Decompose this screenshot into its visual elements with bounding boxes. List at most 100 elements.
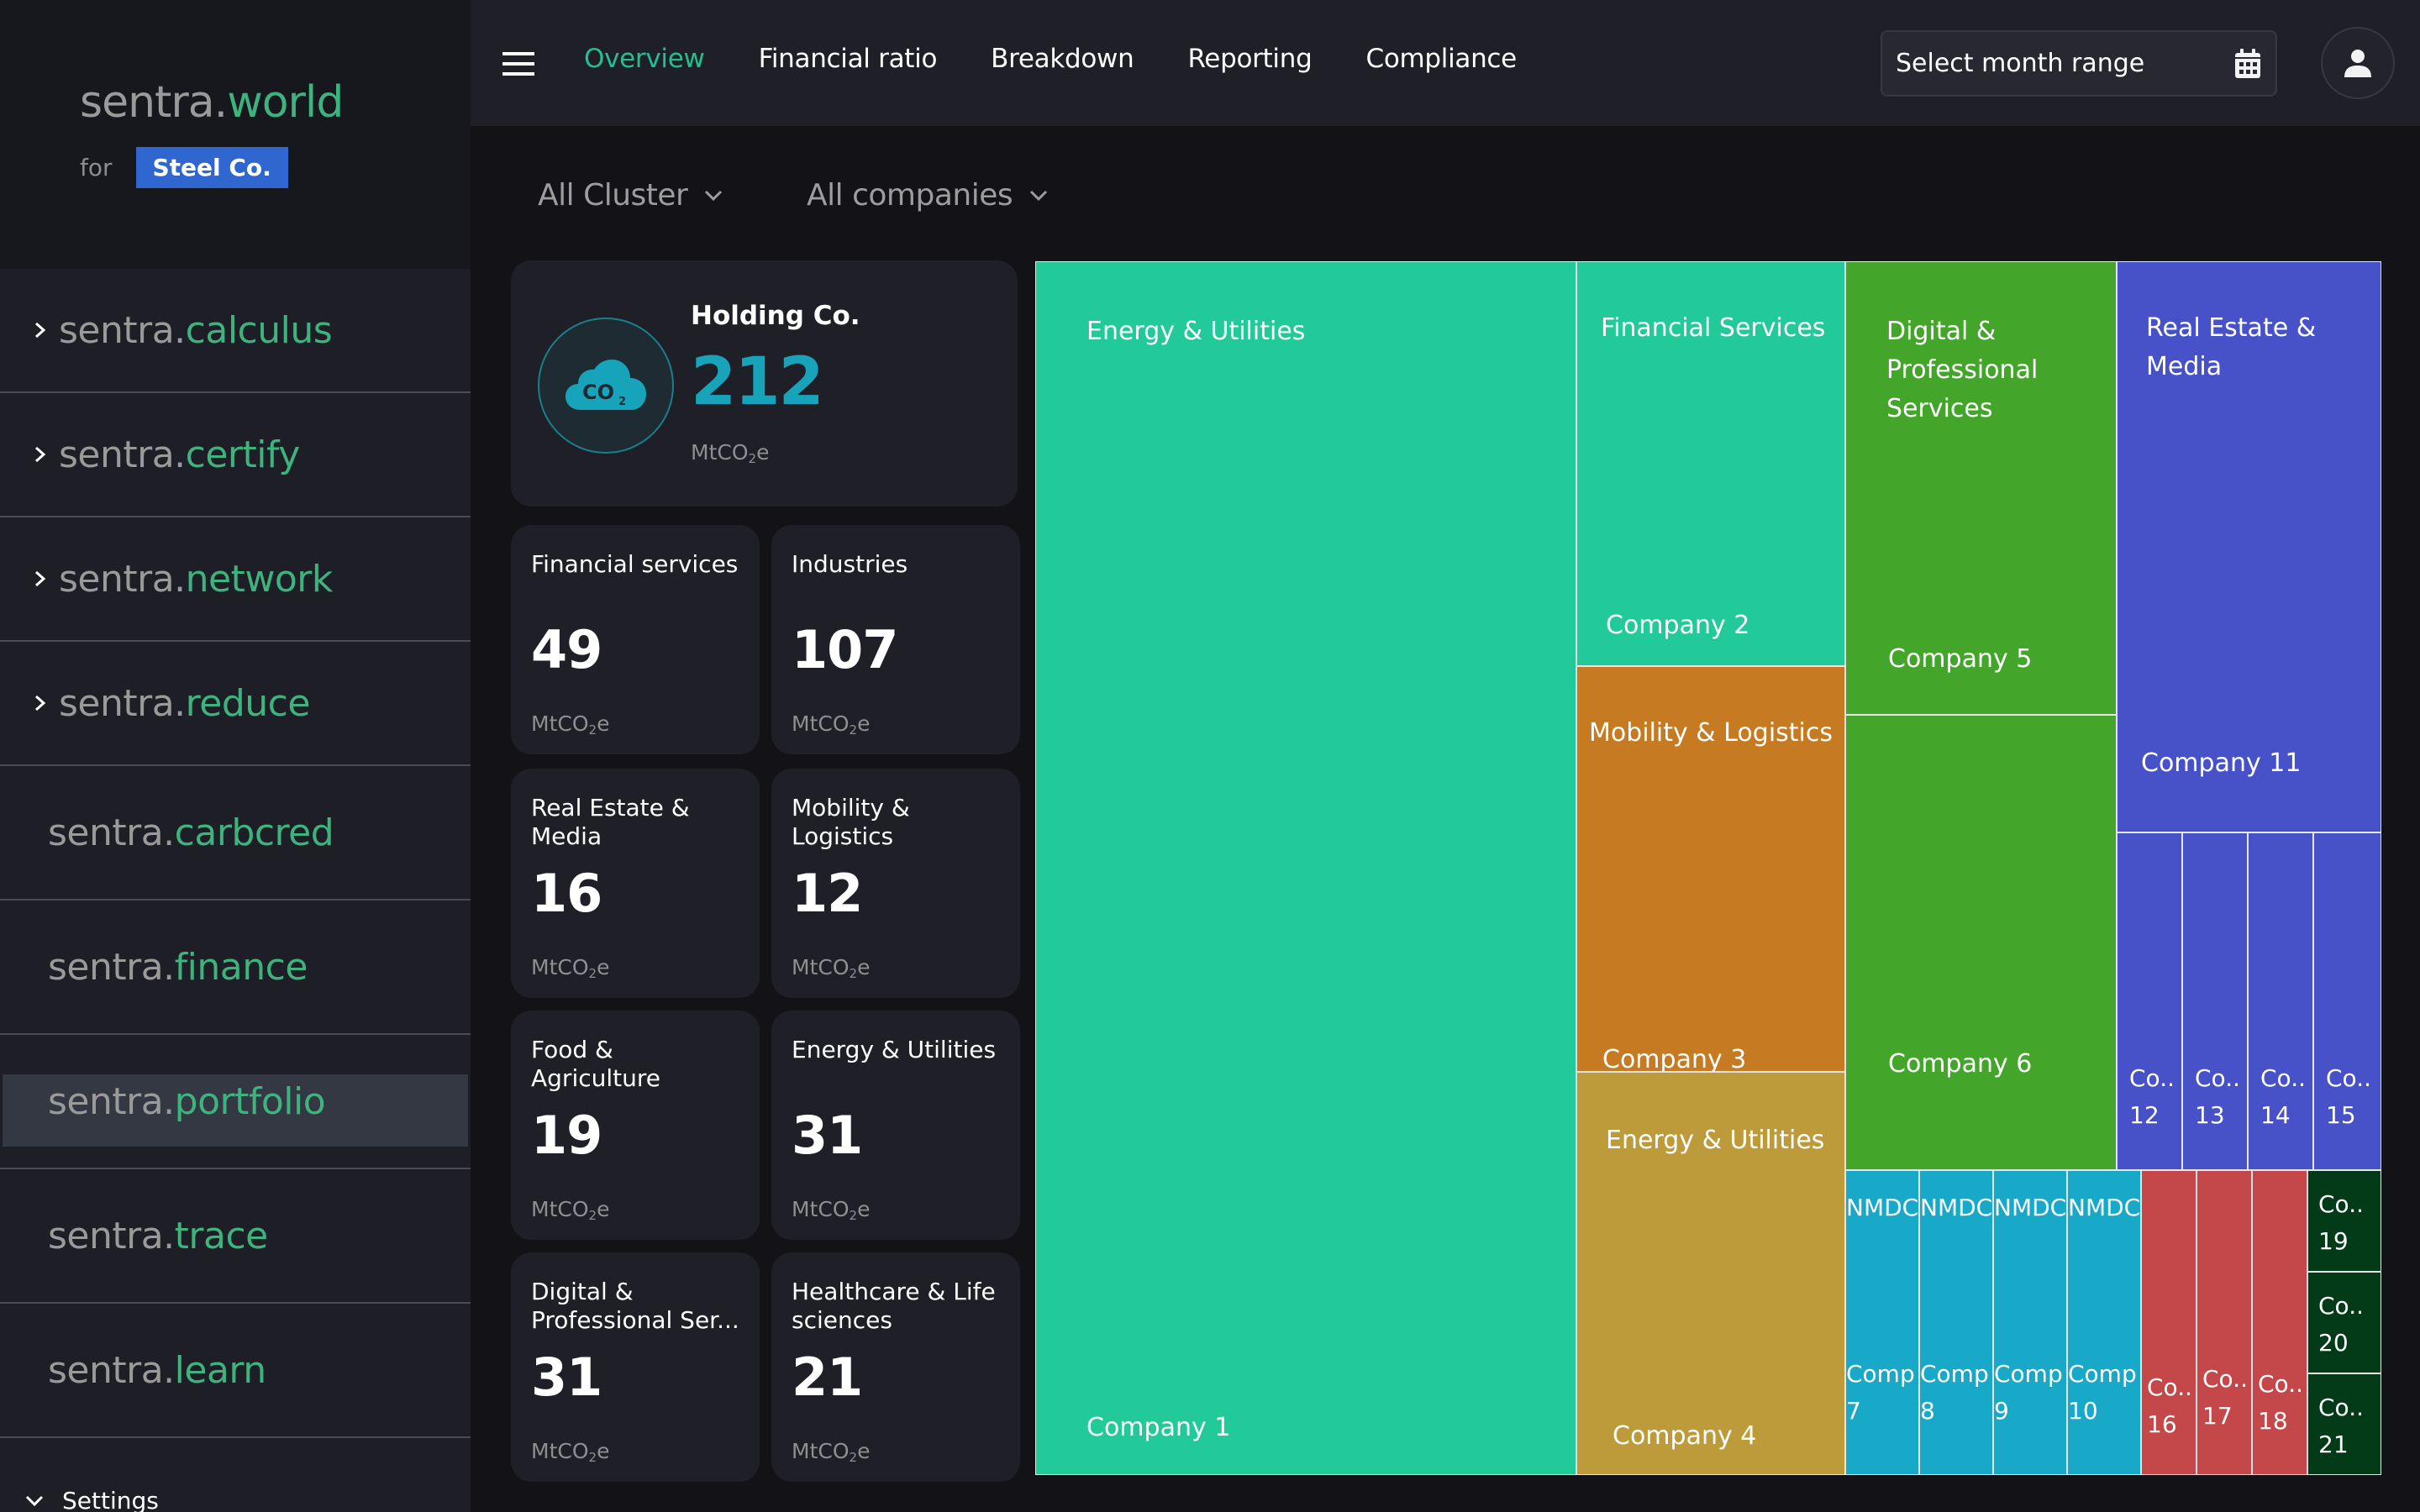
sidebar-item-certify[interactable]: sentra.certify bbox=[0, 393, 471, 517]
user-avatar-button[interactable] bbox=[2321, 27, 2395, 99]
sector-name: Financial services bbox=[531, 550, 739, 578]
treemap-tile[interactable]: Energy & Utilities Company 1 bbox=[1035, 261, 1576, 1475]
emissions-treemap: Energy & Utilities Company 1 Financial Ser… bbox=[1035, 261, 2381, 1475]
treemap-company-label: Co.. 19 bbox=[2318, 1190, 2364, 1255]
holding-unit: MtCO2e bbox=[691, 440, 770, 466]
treemap-tile[interactable]: Energy & Utilities Company 4 bbox=[1576, 1072, 1845, 1475]
sidebar-item-calculus[interactable]: sentra.calculus bbox=[0, 269, 471, 393]
treemap-tile[interactable]: Co.. 13 bbox=[2182, 832, 2248, 1170]
treemap-company-label: Company 11 bbox=[2141, 748, 2302, 778]
treemap-tile[interactable]: NMDC Comp 8 bbox=[1919, 1170, 1993, 1475]
sector-unit: MtCO2e bbox=[792, 955, 871, 981]
treemap-tile[interactable]: NMDC Comp 10 bbox=[2067, 1170, 2141, 1475]
tab-overview[interactable]: Overview bbox=[584, 44, 705, 74]
sector-card[interactable]: Real Estate & Media 16 MtCO2e bbox=[511, 769, 760, 998]
settings-toggle[interactable]: Settings bbox=[25, 1487, 159, 1512]
chevron-right-icon bbox=[0, 570, 59, 588]
sidebar-item-finance[interactable]: sentra.finance bbox=[0, 900, 471, 1035]
treemap-tile[interactable]: Co.. 19 bbox=[2307, 1170, 2381, 1272]
tab-breakdown[interactable]: Breakdown bbox=[991, 44, 1134, 74]
treemap-tile[interactable]: Company 6 bbox=[1845, 715, 2117, 1170]
hamburger-icon[interactable] bbox=[502, 52, 534, 76]
topbar: Overview Financial ratio Breakdown Repor… bbox=[471, 0, 2420, 126]
treemap-tile[interactable]: Co.. 14 bbox=[2248, 832, 2313, 1170]
treemap-company-label: Co.. 14 bbox=[2260, 1064, 2306, 1129]
sector-name: Mobility & Logistics bbox=[792, 794, 910, 850]
holding-value: 212 bbox=[691, 344, 824, 420]
brand-area: sentra.world for Steel Co. bbox=[0, 0, 471, 269]
treemap-tile[interactable]: Real Estate & Media Company 11 bbox=[2117, 261, 2381, 832]
sector-unit: MtCO2e bbox=[531, 955, 610, 981]
tab-reporting[interactable]: Reporting bbox=[1187, 44, 1312, 74]
sector-card[interactable]: Food & Agriculture 19 MtCO2e bbox=[511, 1011, 760, 1240]
treemap-tile[interactable]: NMDC Comp 9 bbox=[1993, 1170, 2067, 1475]
sector-value: 107 bbox=[792, 619, 898, 680]
treemap-tile[interactable]: Co.. 17 bbox=[2196, 1170, 2252, 1475]
treemap-tile[interactable]: Co.. 12 bbox=[2117, 832, 2182, 1170]
sidebar-item-network[interactable]: sentra.network bbox=[0, 517, 471, 642]
treemap-company-label: Comp 8 bbox=[1920, 1360, 1989, 1425]
sidebar-item-trace[interactable]: sentra.trace bbox=[0, 1169, 471, 1304]
sector-card[interactable]: Energy & Utilities 31 MtCO2e bbox=[771, 1011, 1020, 1240]
sector-value: 19 bbox=[531, 1105, 602, 1166]
sector-value: 16 bbox=[531, 863, 602, 924]
chevron-down-icon bbox=[1030, 190, 1048, 201]
sector-value: 31 bbox=[531, 1347, 602, 1408]
chevron-right-icon bbox=[0, 694, 59, 712]
sidebar-item-label: sentra.certify bbox=[59, 433, 300, 476]
tab-compliance[interactable]: Compliance bbox=[1365, 44, 1517, 74]
chevron-right-icon bbox=[0, 321, 59, 339]
sidebar-item-learn[interactable]: sentra.learn bbox=[0, 1304, 471, 1438]
sector-unit: MtCO2e bbox=[531, 1439, 610, 1465]
cluster-filter[interactable]: All Cluster bbox=[538, 178, 723, 213]
sector-value: 49 bbox=[531, 619, 602, 680]
app: sentra.world for Steel Co. sentra.calcul… bbox=[0, 0, 2420, 1512]
treemap-company-label: Comp 7 bbox=[1846, 1360, 1915, 1425]
treemap-tile[interactable]: Financial Services Company 2 bbox=[1576, 261, 1845, 666]
sidebar-item-portfolio[interactable]: sentra.portfolio bbox=[0, 1035, 471, 1169]
treemap-tile[interactable]: Mobility & Logistics Company 3 bbox=[1576, 666, 1845, 1072]
sector-card[interactable]: Digital & Professional Ser... 31 MtCO2e bbox=[511, 1252, 760, 1482]
sector-unit: MtCO2e bbox=[792, 711, 871, 738]
sector-card[interactable]: Industries 107 MtCO2e bbox=[771, 525, 1020, 754]
treemap-company-label: Company 6 bbox=[1888, 1049, 2033, 1079]
sector-unit: MtCO2e bbox=[792, 1439, 871, 1465]
month-range-picker[interactable]: Select month range bbox=[1881, 30, 2277, 97]
sector-value: 21 bbox=[792, 1347, 863, 1408]
sector-card[interactable]: Healthcare & Life sciences 21 MtCO2e bbox=[771, 1252, 1020, 1482]
tab-bar: Overview Financial ratio Breakdown Repor… bbox=[584, 44, 1570, 74]
brand-logo[interactable]: sentra.world bbox=[80, 77, 344, 128]
treemap-company-label: Company 2 bbox=[1606, 611, 1750, 640]
treemap-sector-label: NMDC bbox=[1920, 1194, 1993, 1221]
companies-filter[interactable]: All companies bbox=[807, 178, 1048, 213]
treemap-tile[interactable]: Digital & Professional Services Company 5 bbox=[1845, 261, 2117, 715]
sector-name: Food & Agriculture bbox=[531, 1036, 660, 1092]
sidebar-item-reduce[interactable]: sentra.reduce bbox=[0, 642, 471, 766]
sidebar-item-carbcred[interactable]: sentra.carbcred bbox=[0, 766, 471, 900]
sector-card[interactable]: Mobility & Logistics 12 MtCO2e bbox=[771, 769, 1020, 998]
sector-unit: MtCO2e bbox=[531, 711, 610, 738]
sector-name: Healthcare & Life sciences bbox=[792, 1278, 996, 1334]
treemap-tile[interactable]: Co.. 15 bbox=[2313, 832, 2381, 1170]
treemap-company-label: Comp 9 bbox=[1994, 1360, 2063, 1425]
user-icon bbox=[2344, 50, 2371, 77]
sector-name: Real Estate & Media bbox=[531, 794, 690, 850]
sector-card[interactable]: Financial services 49 MtCO2e bbox=[511, 525, 760, 754]
treemap-tile[interactable]: Co.. 18 bbox=[2252, 1170, 2307, 1475]
treemap-sector-label: Energy & Utilities bbox=[1606, 1126, 1825, 1155]
treemap-sector-label: NMDC bbox=[1994, 1194, 2067, 1221]
co2-cloud-icon: CO 2 bbox=[538, 318, 674, 454]
sector-name: Digital & Professional Ser... bbox=[531, 1278, 739, 1334]
sector-name: Energy & Utilities bbox=[792, 1036, 997, 1063]
treemap-tile[interactable]: NMDC Comp 7 bbox=[1845, 1170, 1919, 1475]
tab-financial-ratio[interactable]: Financial ratio bbox=[759, 44, 938, 74]
treemap-tile[interactable]: Co.. 21 bbox=[2307, 1373, 2381, 1475]
sidebar-item-label: sentra.learn bbox=[48, 1348, 266, 1392]
sidebar-item-label: sentra.portfolio bbox=[48, 1079, 326, 1123]
treemap-sector-label: NMDC bbox=[1846, 1194, 1919, 1221]
chevron-down-icon bbox=[705, 190, 723, 201]
chevron-down-icon bbox=[25, 1495, 44, 1506]
treemap-tile[interactable]: Co.. 20 bbox=[2307, 1272, 2381, 1373]
treemap-tile[interactable]: Co.. 16 bbox=[2141, 1170, 2196, 1475]
treemap-company-label: Company 4 bbox=[1612, 1421, 1757, 1451]
